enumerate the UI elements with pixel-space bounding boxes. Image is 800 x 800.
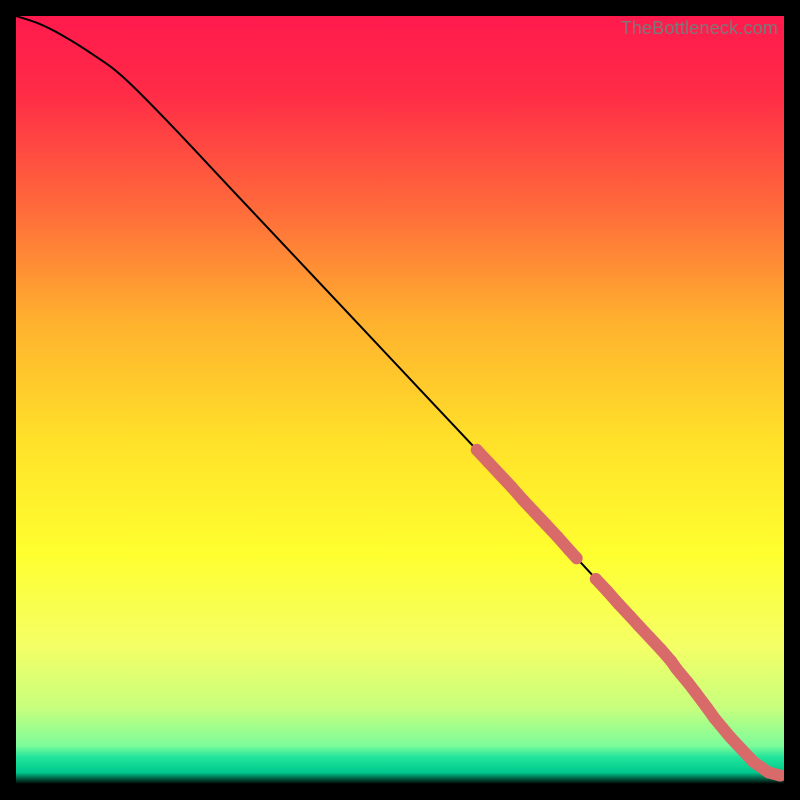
gradient-background xyxy=(16,16,784,784)
chart-frame: TheBottleneck.com xyxy=(16,16,784,784)
chart-plot xyxy=(16,16,784,784)
watermark-text: TheBottleneck.com xyxy=(621,18,778,39)
chart-svg xyxy=(16,16,784,784)
